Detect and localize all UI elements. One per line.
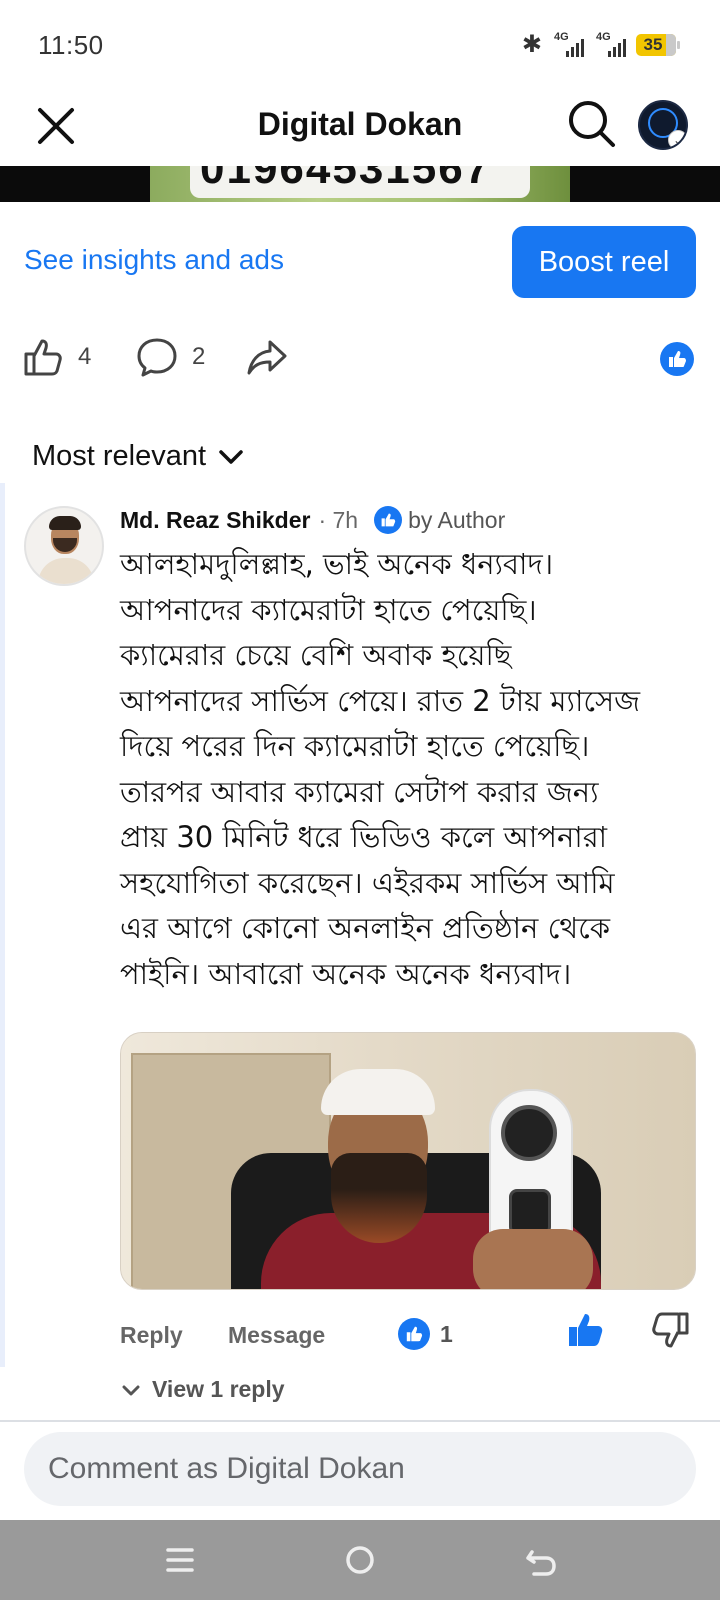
comment-sort-dropdown[interactable]: Most relevant: [32, 440, 246, 473]
sort-label: Most relevant: [32, 440, 207, 472]
video-overlay-number: 01964531567: [200, 166, 492, 193]
comment-button[interactable]: 2: [136, 336, 205, 378]
comment-like-button[interactable]: [566, 1310, 606, 1350]
view-replies-label: View 1 reply: [152, 1376, 285, 1402]
divider: [0, 1420, 720, 1422]
author-reaction-badge: by Author: [374, 506, 505, 534]
comment-time: · 7h: [318, 506, 359, 533]
signal-icon: 4G: [552, 30, 584, 57]
like-button[interactable]: 4: [22, 336, 91, 378]
comment-actions: Reply Message 1: [120, 1312, 696, 1358]
reply-button[interactable]: Reply: [120, 1322, 183, 1349]
menu-icon[interactable]: [160, 1540, 200, 1580]
like-count: 4: [78, 343, 92, 370]
thumbs-up-icon: [398, 1318, 430, 1350]
thumbs-up-icon: [374, 506, 403, 534]
comment-input[interactable]: Comment as Digital Dokan: [24, 1432, 696, 1506]
author-badge-label: by Author: [408, 506, 506, 533]
commenter-avatar[interactable]: [24, 506, 104, 586]
comment-icon: [137, 338, 177, 377]
comment-count: 2: [192, 343, 206, 370]
thread-line: [0, 483, 5, 1367]
app-header: Digital Dokan ⌄: [0, 90, 720, 168]
chevron-down-icon: [122, 1385, 140, 1395]
thumbs-up-icon: [669, 351, 686, 367]
page-avatar-button[interactable]: ⌄: [638, 100, 688, 150]
search-icon: [569, 101, 615, 147]
system-nav-bar: [0, 1520, 720, 1600]
network-type-label: 4G: [554, 30, 569, 43]
back-icon[interactable]: [520, 1540, 560, 1580]
reel-video-preview[interactable]: 01964531567: [0, 166, 720, 202]
comment-dislike-button[interactable]: [650, 1310, 690, 1350]
chevron-down-icon: [219, 449, 243, 464]
status-time: 11:50: [38, 30, 104, 60]
status-bar: 11:50 ✱ 4G 4G 35: [0, 0, 720, 90]
battery-level: 35: [643, 34, 663, 54]
like-reaction-badge[interactable]: [660, 342, 694, 376]
view-replies-button[interactable]: View 1 reply: [120, 1376, 285, 1403]
home-icon[interactable]: [340, 1540, 380, 1580]
commenter-name[interactable]: Md. Reaz Shikder: [120, 507, 310, 534]
reaction-count: 1: [440, 1320, 453, 1347]
thumbs-up-icon: [24, 339, 62, 376]
share-button[interactable]: [246, 336, 288, 378]
signal-icon-2: 4G: [594, 30, 626, 57]
battery-icon: 35: [636, 33, 680, 56]
chevron-down-icon: ⌄: [668, 130, 686, 148]
message-button[interactable]: Message: [228, 1322, 325, 1349]
status-icons: ✱ 4G 4G 35: [521, 30, 680, 59]
comment-photo[interactable]: [120, 1032, 696, 1290]
bluetooth-icon: ✱: [521, 31, 542, 58]
network-type-label-2: 4G: [596, 30, 611, 43]
comment-meta: Md. Reaz Shikder · 7h by Author: [120, 506, 505, 534]
boost-reel-button[interactable]: Boost reel: [512, 226, 696, 298]
comment-text: আলহামদুলিল্লাহ, ভাই অনেক ধন্যবাদ। আপনাদে…: [120, 547, 641, 991]
reaction-bar: 4 2: [0, 332, 720, 384]
see-insights-link[interactable]: See insights and ads: [24, 244, 284, 276]
search-button[interactable]: [566, 98, 618, 150]
comment-reaction-summary[interactable]: 1: [398, 1318, 453, 1350]
share-icon: [247, 340, 287, 375]
comment-input-placeholder: Comment as Digital Dokan: [48, 1452, 405, 1485]
